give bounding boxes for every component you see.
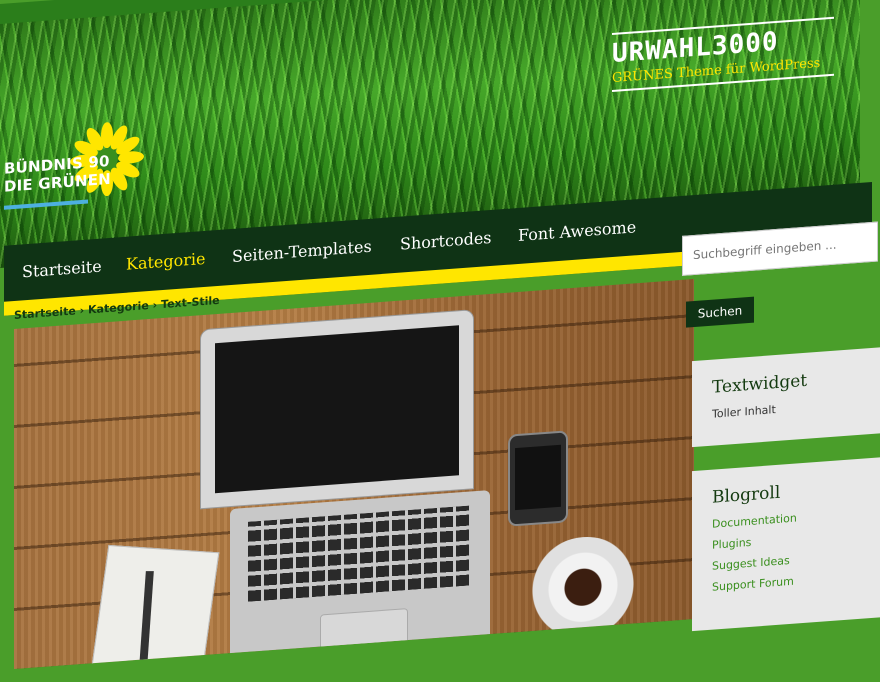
- featured-image: [14, 279, 694, 669]
- nav-item-font-awesome[interactable]: Font Awesome: [518, 217, 636, 245]
- text-widget-body: Toller Inhalt: [712, 403, 776, 421]
- site-branding[interactable]: URWAHL3000 GRÜNES Theme für WordPress: [612, 16, 842, 93]
- page: BÜNDNIS 90 DIE GRÜNEN URWAHL3000 GRÜNES …: [0, 0, 880, 669]
- nav-item-shortcodes[interactable]: Shortcodes: [400, 228, 492, 254]
- keyboard-keys: [248, 505, 470, 602]
- nav-item-seiten-templates[interactable]: Seiten-Templates: [232, 237, 372, 266]
- breadcrumb-separator: ›: [152, 298, 158, 312]
- blogroll-title: Blogroll: [712, 482, 781, 508]
- party-logo[interactable]: BÜNDNIS 90 DIE GRÜNEN: [4, 119, 154, 220]
- laptop-display: [215, 325, 459, 494]
- text-widget-title: Textwidget: [712, 370, 808, 398]
- blogroll-link-suggest-ideas[interactable]: Suggest Ideas: [712, 548, 872, 573]
- breadcrumb-separator: ›: [79, 303, 85, 318]
- logo-underline: [4, 199, 88, 210]
- text-widget: Textwidget Toller Inhalt: [692, 346, 880, 448]
- blogroll-widget: Blogroll Documentation Plugins Suggest I…: [692, 456, 880, 632]
- blogroll-link-documentation[interactable]: Documentation: [712, 506, 872, 530]
- notebook-image: [88, 544, 220, 669]
- blogroll-link-plugins[interactable]: Plugins: [712, 527, 872, 552]
- search-button[interactable]: Suchen: [686, 296, 754, 328]
- phone-screen: [515, 444, 561, 511]
- nav-item-startseite[interactable]: Startseite: [22, 257, 102, 282]
- coffee-cup-image: [528, 533, 638, 642]
- blogroll-link-support-forum[interactable]: Support Forum: [712, 569, 872, 594]
- trackpad: [320, 608, 408, 657]
- laptop-lid: [200, 309, 474, 510]
- nav-item-kategorie[interactable]: Kategorie: [126, 249, 206, 274]
- laptop-keyboard: [230, 490, 490, 669]
- top-strip: [0, 0, 860, 24]
- phone-image: [508, 430, 568, 527]
